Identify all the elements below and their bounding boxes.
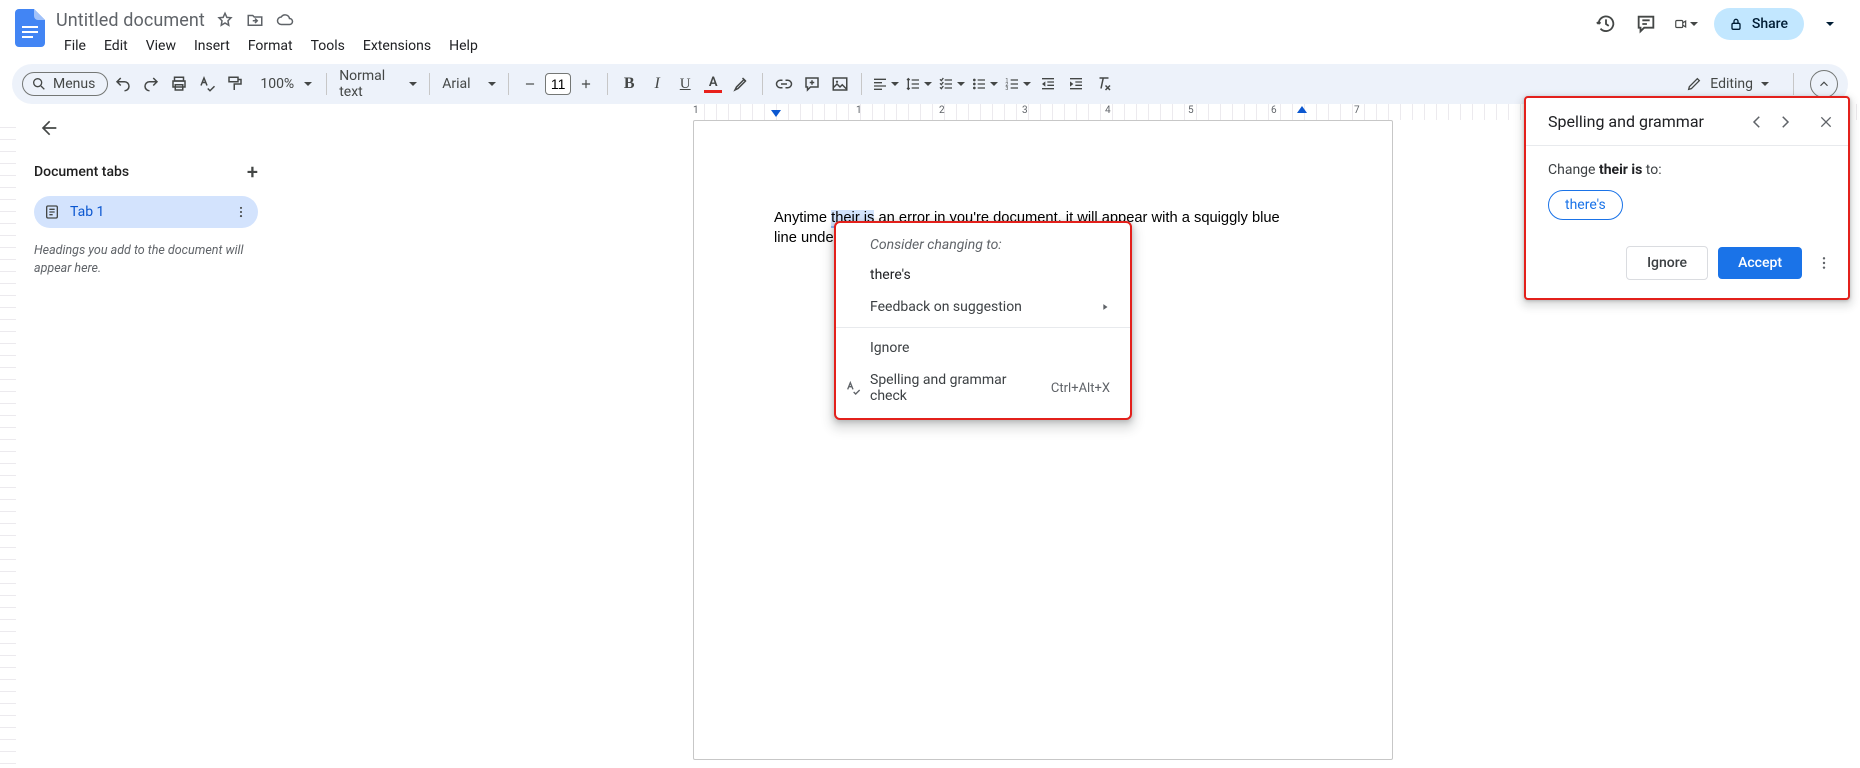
sidebar-hint: Headings you add to the document will ap… xyxy=(34,242,258,277)
tab-label: Tab 1 xyxy=(70,204,104,220)
menu-tools[interactable]: Tools xyxy=(303,34,353,58)
meet-icon[interactable] xyxy=(1674,12,1698,36)
spell-prev-button[interactable] xyxy=(1748,113,1766,131)
lock-icon xyxy=(1728,16,1744,32)
spellcheck-button[interactable] xyxy=(194,70,220,98)
submenu-arrow-icon xyxy=(1100,302,1110,312)
decrease-font-size-button[interactable] xyxy=(517,70,543,98)
add-tab-button[interactable]: + xyxy=(247,160,258,184)
context-feedback[interactable]: Feedback on suggestion xyxy=(836,291,1130,323)
vertical-ruler xyxy=(0,104,16,764)
context-shortcut: Ctrl+Alt+X xyxy=(1051,381,1110,396)
grammar-context-popup: Consider changing to: there's Feedback o… xyxy=(834,221,1132,420)
menu-edit[interactable]: Edit xyxy=(96,34,136,58)
add-comment-button[interactable] xyxy=(799,70,825,98)
menu-extensions[interactable]: Extensions xyxy=(355,34,439,58)
cloud-status-icon[interactable] xyxy=(275,10,295,30)
star-icon[interactable] xyxy=(215,10,235,30)
spellcheck-icon xyxy=(844,379,862,397)
spell-next-button[interactable] xyxy=(1776,113,1794,131)
spell-accept-button[interactable]: Accept xyxy=(1718,247,1802,279)
right-indent-marker[interactable] xyxy=(1297,106,1307,113)
pencil-icon xyxy=(1686,76,1702,92)
paragraph-style-dropdown[interactable]: Normal text xyxy=(335,70,421,98)
share-button[interactable]: Share xyxy=(1714,8,1804,40)
svg-text:3: 3 xyxy=(1006,86,1009,92)
docs-logo-icon[interactable] xyxy=(12,8,48,48)
line-spacing-button[interactable] xyxy=(903,70,934,98)
context-heading: Consider changing to: xyxy=(836,229,1130,259)
italic-button[interactable]: I xyxy=(644,70,670,98)
tab-icon xyxy=(44,204,60,220)
menu-format[interactable]: Format xyxy=(240,34,301,58)
zoom-dropdown[interactable]: 100% xyxy=(250,70,318,98)
spell-change-text: Change their is to: xyxy=(1548,162,1826,178)
menu-view[interactable]: View xyxy=(138,34,184,58)
sidebar-title: Document tabs xyxy=(34,164,129,180)
menubar: File Edit View Insert Format Tools Exten… xyxy=(56,34,1594,58)
menu-insert[interactable]: Insert xyxy=(186,34,238,58)
font-family-dropdown[interactable]: Arial xyxy=(438,70,500,98)
insert-link-button[interactable] xyxy=(771,70,797,98)
comments-icon[interactable] xyxy=(1634,12,1658,36)
context-ignore[interactable]: Ignore xyxy=(836,332,1130,364)
context-suggestion[interactable]: there's xyxy=(836,259,1130,291)
checklist-button[interactable] xyxy=(936,70,967,98)
align-button[interactable] xyxy=(870,70,901,98)
increase-font-size-button[interactable] xyxy=(573,70,599,98)
text-color-button[interactable]: A xyxy=(700,70,726,98)
font-size-input[interactable] xyxy=(545,73,571,95)
share-dropdown-icon[interactable] xyxy=(1820,14,1840,34)
tab-item[interactable]: Tab 1 xyxy=(34,196,258,228)
collapse-toolbar-button[interactable] xyxy=(1810,70,1838,98)
outline-sidebar: Document tabs + Tab 1 Headings you add t… xyxy=(16,104,274,764)
spelling-grammar-panel: Spelling and grammar Change their is to:… xyxy=(1524,96,1850,300)
document-page[interactable]: Anytime their is an error in you're docu… xyxy=(693,120,1393,760)
sidebar-back-button[interactable] xyxy=(34,114,62,142)
print-button[interactable] xyxy=(166,70,192,98)
decrease-indent-button[interactable] xyxy=(1035,70,1061,98)
insert-image-button[interactable] xyxy=(827,70,853,98)
share-label: Share xyxy=(1752,16,1788,32)
increase-indent-button[interactable] xyxy=(1063,70,1089,98)
move-folder-icon[interactable] xyxy=(245,10,265,30)
bulleted-list-button[interactable] xyxy=(969,70,1000,98)
paint-format-button[interactable] xyxy=(222,70,248,98)
spell-close-button[interactable] xyxy=(1818,114,1834,130)
search-menus-button[interactable]: Menus xyxy=(22,72,108,96)
numbered-list-button[interactable]: 123 xyxy=(1002,70,1033,98)
search-icon xyxy=(31,76,47,92)
underline-button[interactable]: U xyxy=(672,70,698,98)
undo-button[interactable] xyxy=(110,70,136,98)
redo-button[interactable] xyxy=(138,70,164,98)
menu-file[interactable]: File xyxy=(56,34,94,58)
menu-help[interactable]: Help xyxy=(441,34,486,58)
spell-more-button[interactable] xyxy=(1812,255,1836,271)
context-spellcheck[interactable]: Spelling and grammar check Ctrl+Alt+X xyxy=(836,364,1130,412)
editing-mode-dropdown[interactable]: Editing xyxy=(1670,76,1785,92)
spell-suggestion-chip[interactable]: there's xyxy=(1548,190,1623,220)
history-icon[interactable] xyxy=(1594,12,1618,36)
bold-button[interactable]: B xyxy=(616,70,642,98)
first-line-indent-marker[interactable] xyxy=(771,110,781,117)
document-title[interactable]: Untitled document xyxy=(56,10,205,31)
tab-more-icon[interactable] xyxy=(234,205,248,219)
spell-ignore-button[interactable]: Ignore xyxy=(1626,246,1708,280)
highlight-color-button[interactable] xyxy=(728,70,754,98)
spell-panel-title: Spelling and grammar xyxy=(1548,112,1704,131)
clear-formatting-button[interactable] xyxy=(1091,70,1117,98)
